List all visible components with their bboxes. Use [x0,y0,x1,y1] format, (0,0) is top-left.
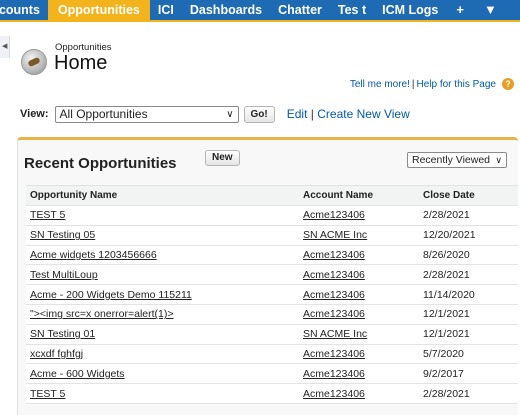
table-row: TEST 5 Acme123406 2/28/2021 [26,383,518,404]
close-date: 9/2/2017 [419,363,518,385]
column-header-opportunity-name[interactable]: Opportunity Name [26,185,299,206]
tab-dashboards[interactable]: Dashboards [182,0,270,22]
close-date: 12/20/2021 [419,225,518,246]
close-date: 2/28/2021 [419,383,518,404]
table-row: TEST 5 Acme123406 2/28/2021 [26,205,518,226]
column-header-close-date[interactable]: Close Date [419,185,518,206]
table-row: Acme - 600 Widgets Acme123406 9/2/2017 [26,363,518,385]
account-link[interactable]: SN ACME Inc [303,229,367,241]
table-row: SN Testing 01 SN ACME Inc 12/1/2021 [26,324,518,345]
table-row: SN Testing 05 SN ACME Inc 12/20/2021 [26,225,518,246]
create-new-view-link[interactable]: Create New View [317,107,409,121]
account-link[interactable]: SN ACME Inc [303,328,367,340]
close-date: 8/26/2020 [419,245,518,266]
view-links: Edit | Create New View [287,107,410,121]
account-link[interactable]: Acme123406 [303,388,365,400]
opportunity-link[interactable]: Test MultiLoup [30,269,98,281]
close-date: 2/28/2021 [419,205,518,226]
view-label: View: [20,108,49,120]
go-button[interactable]: Go! [243,105,275,123]
account-link[interactable]: Acme123406 [303,368,365,380]
new-opportunity-button[interactable]: New [205,150,240,166]
collapse-arrow-icon: ◀ [2,43,8,50]
table-row: xcxdf fghfgj Acme123406 5/7/2020 [26,344,518,365]
help-icon[interactable]: ? [502,78,514,90]
page-title: Home [54,52,108,74]
table-header-row: Opportunity Name Account Name Close Date [26,185,518,206]
column-header-account-name[interactable]: Account Name [299,185,419,206]
table-row: "><img src=x onerror=alert(1)> Acme12340… [26,304,518,325]
opportunity-link[interactable]: TEST 5 [30,388,65,400]
tab-test[interactable]: Tes t [330,0,374,22]
view-select[interactable]: All Opportunities ∨ [54,105,239,123]
tab-ici[interactable]: ICI [150,0,182,22]
chevron-down-icon: ∨ [226,108,234,120]
close-date: 11/14/2020 [419,284,518,305]
top-tab-bar: ccounts Opportunities ICI Dashboards Cha… [0,0,520,22]
tab-overflow-caret-icon[interactable]: ▼ [474,0,507,22]
account-link[interactable]: Acme123406 [303,249,365,261]
tab-icm-logs[interactable]: ICM Logs [374,0,446,22]
tab-chatter[interactable]: Chatter [270,0,330,22]
tab-accounts[interactable]: ccounts [0,0,48,22]
opportunity-link[interactable]: SN Testing 05 [30,229,95,241]
opportunity-link[interactable]: Acme widgets 1203456666 [30,249,157,261]
close-date: 12/1/2021 [419,324,518,345]
opportunity-link[interactable]: Acme - 200 Widgets Demo 115211 [30,289,192,301]
add-tab-plus-icon[interactable]: + [446,0,474,22]
account-link[interactable]: Acme123406 [303,289,365,301]
table-row: Test MultiLoup Acme123406 2/28/2021 [26,264,518,286]
chevron-down-icon: ∨ [495,155,502,165]
view-links-separator: | [310,107,314,121]
recent-opportunities-table: Opportunity Name Account Name Close Date… [26,185,518,404]
opportunity-link[interactable]: xcxdf fghfgj [30,348,83,360]
help-links: Tell me more! | Help for this Page ? [350,78,514,90]
recent-sort-value: Recently Viewed [412,154,491,166]
help-separator: | [411,78,415,90]
view-select-value: All Opportunities [59,106,148,121]
account-link[interactable]: Acme123406 [303,348,365,360]
account-link[interactable]: Acme123406 [303,209,365,221]
opportunities-icon [21,49,47,75]
opportunity-link[interactable]: Acme - 600 Widgets [30,368,125,380]
tell-me-more-link[interactable]: Tell me more! [350,79,410,90]
recent-opportunities-panel: Recent Opportunities New Recently Viewed… [17,137,518,415]
account-link[interactable]: Acme123406 [303,308,365,320]
opportunity-link[interactable]: SN Testing 01 [30,328,95,340]
close-date: 12/1/2021 [419,304,518,325]
table-row: Acme widgets 1203456666 Acme123406 8/26/… [26,245,518,266]
help-for-page-link[interactable]: Help for this Page [417,79,497,90]
table-row: Acme - 200 Widgets Demo 115211 Acme12340… [26,284,518,305]
sidebar-toggle[interactable]: ◀ [0,36,10,58]
opportunity-link[interactable]: TEST 5 [30,209,65,221]
account-link[interactable]: Acme123406 [303,269,365,281]
recent-sort-select[interactable]: Recently Viewed ∨ [407,152,507,168]
edit-view-link[interactable]: Edit [287,107,308,121]
close-date: 2/28/2021 [419,264,518,286]
opportunity-link[interactable]: "><img src=x onerror=alert(1)> [30,308,174,320]
recent-opportunities-title: Recent Opportunities [24,155,177,172]
close-date: 5/7/2020 [419,344,518,365]
view-selector-row: View: All Opportunities ∨ Go! Edit | Cre… [20,105,410,123]
tab-opportunities[interactable]: Opportunities [47,0,150,22]
tab-bar-underline [0,20,520,22]
